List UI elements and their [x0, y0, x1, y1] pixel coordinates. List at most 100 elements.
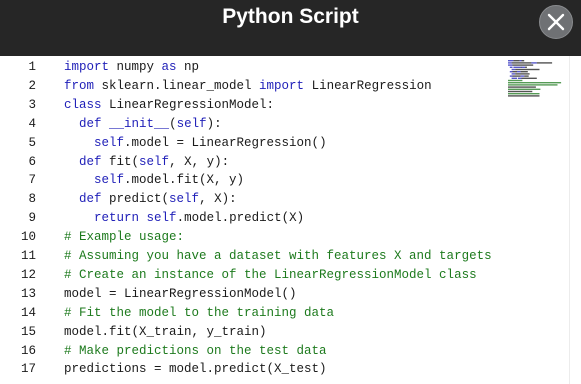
minimap-stroke — [508, 64, 513, 66]
code-text-area[interactable]: import numpy as np from sklearn.linear_mo… — [50, 56, 498, 384]
code-text: .model.fit(X, y) — [124, 173, 245, 188]
line-number: 3 — [28, 97, 36, 112]
code-comment: # Fit the model to the training data — [64, 305, 335, 320]
code-line: # Make predictions on the test data — [64, 342, 327, 361]
code-line: # Example usage: — [64, 228, 184, 247]
title-bar: Python Script — [0, 0, 581, 56]
minimap-stroke — [521, 77, 537, 79]
code-text: ( — [169, 116, 177, 131]
code-line: # Create an instance of the LinearRegres… — [64, 266, 477, 285]
code-line: predictions = model.predict(X_test) — [64, 360, 327, 379]
line-number: 11 — [20, 249, 36, 263]
code-text: model.fit(X_train, y_train) — [64, 324, 267, 339]
line-number: 6 — [28, 154, 36, 169]
code-line: class LinearRegressionModel: — [64, 96, 274, 115]
line-number: 12 — [20, 267, 36, 282]
code-keyword: as — [161, 60, 177, 74]
minimap-stroke — [508, 95, 540, 97]
line-number: 5 — [28, 135, 36, 150]
code-line: model.fit(X_train, y_train) — [64, 323, 267, 342]
code-keyword: class — [64, 97, 102, 112]
code-line: def __init__(self): — [64, 115, 222, 134]
code-text: .model = LinearRegression() — [124, 135, 327, 150]
minimap-stroke — [509, 66, 513, 68]
code-text: fit( — [101, 154, 140, 169]
line-number: 10 — [20, 230, 36, 245]
python-script-window: Python Script 1 2 3 4 5 6 7 8 9 10 11 12 13 14 15 16 17 … — [0, 0, 581, 384]
minimap-stroke — [513, 66, 521, 68]
code-minimap[interactable] — [500, 56, 570, 384]
minimap-stroke — [517, 71, 521, 73]
line-number: 17 — [20, 362, 36, 377]
minimap-stroke — [524, 75, 529, 77]
code-text: sklearn.linear_model — [94, 78, 260, 93]
code-text: , X, y): — [169, 154, 230, 169]
minimap-stroke — [511, 73, 516, 75]
minimap-stroke — [508, 79, 523, 82]
minimap-stroke — [517, 77, 522, 79]
minimap-stroke — [515, 68, 540, 71]
code-editor[interactable]: 1 2 3 4 5 6 7 8 9 10 11 12 13 14 15 16 17 import numpy a… — [0, 56, 581, 384]
code-comment: # Create an instance of the LinearRegres… — [64, 267, 477, 282]
vertical-scrollbar[interactable] — [569, 56, 581, 384]
code-text: predictions = model.predict(X_test) — [64, 362, 327, 377]
minimap-stroke — [508, 60, 514, 62]
minimap-stroke — [512, 75, 521, 77]
code-keyword: self — [146, 211, 177, 226]
minimap-stroke — [520, 75, 525, 77]
minimap-stroke — [521, 60, 525, 62]
line-number: 4 — [28, 116, 36, 131]
code-keyword: self — [94, 135, 125, 150]
minimap-stroke — [508, 86, 536, 88]
code-text: LinearRegression — [304, 78, 432, 93]
code-keyword: def — [79, 154, 102, 169]
minimap-stroke — [508, 84, 558, 86]
line-number: 2 — [28, 78, 36, 93]
code-comment: # Make predictions on the test data — [64, 343, 327, 358]
minimap-stroke — [513, 60, 520, 62]
code-line: def predict(self, X): — [64, 190, 237, 209]
code-text: numpy — [109, 60, 162, 74]
minimap-preview — [508, 60, 562, 97]
code-comment: # Assuming you have a dataset with featu… — [64, 249, 498, 263]
code-keyword: def — [79, 116, 102, 131]
line-number: 16 — [20, 343, 36, 358]
minimap-stroke — [509, 75, 513, 77]
code-keyword: __init__ — [109, 116, 170, 131]
line-number: 1 — [28, 60, 36, 74]
minimap-stroke — [508, 82, 562, 84]
minimap-stroke — [531, 62, 537, 64]
code-keyword: import — [259, 78, 305, 93]
close-icon — [547, 13, 565, 31]
minimap-stroke — [520, 66, 522, 68]
code-text: np — [176, 60, 200, 74]
code-keyword: def — [79, 192, 102, 207]
minimap-stroke — [508, 88, 541, 90]
minimap-stroke — [511, 77, 517, 79]
minimap-stroke — [515, 73, 530, 75]
minimap-stroke — [508, 90, 533, 93]
minimap-stroke — [508, 62, 512, 64]
window-title: Python Script — [222, 5, 359, 28]
line-number: 13 — [20, 286, 36, 301]
code-keyword: return — [94, 211, 140, 226]
code-line: import numpy as np — [64, 58, 199, 77]
minimap-stroke — [508, 93, 540, 95]
code-keyword: from — [64, 78, 95, 93]
line-number: 8 — [28, 192, 36, 207]
code-text: predict( — [101, 192, 170, 207]
code-text: , X): — [199, 192, 237, 207]
code-keyword: self — [94, 173, 125, 188]
minimap-stroke — [511, 62, 532, 64]
close-button[interactable] — [539, 5, 573, 39]
code-line: model = LinearRegressionModel() — [64, 285, 297, 304]
code-keyword: self — [169, 192, 200, 207]
